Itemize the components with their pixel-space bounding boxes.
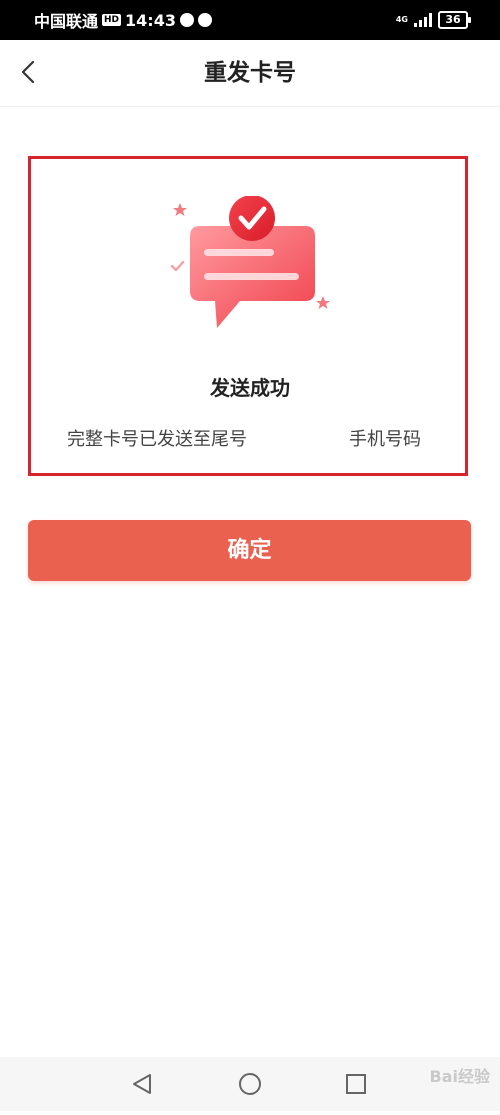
result-description-prefix: 完整卡号已发送至尾号 xyxy=(67,429,247,450)
system-recents-button[interactable] xyxy=(336,1057,376,1111)
triangle-back-icon xyxy=(133,1074,151,1094)
clock: 14:43 xyxy=(125,10,176,30)
system-nav-bar xyxy=(0,1057,500,1111)
square-recents-icon xyxy=(346,1074,366,1094)
carrier-label: 中国联通 xyxy=(34,12,99,31)
status-bar: 中国联通 HD 14:43 4G 36 xyxy=(0,0,500,40)
result-description-suffix: 手机号码 xyxy=(349,429,421,450)
system-back-button[interactable] xyxy=(122,1057,162,1111)
notification-icon xyxy=(179,13,194,27)
circle-home-icon xyxy=(239,1073,261,1095)
watermark-logo: Bai经验 xyxy=(429,1067,490,1086)
message-check-icon xyxy=(170,196,330,328)
page-title: 重发卡号 xyxy=(204,60,296,86)
result-title: 发送成功 xyxy=(210,376,290,400)
nav-bar: 重发卡号 xyxy=(0,40,500,107)
battery-icon: 36 xyxy=(438,11,471,29)
system-home-button[interactable] xyxy=(230,1057,270,1111)
app-notification-icon xyxy=(197,13,212,27)
status-left: 中国联通 HD 14:43 xyxy=(34,0,212,40)
signal-icon xyxy=(414,13,432,27)
network-label: 4G xyxy=(395,15,408,24)
star-icon xyxy=(316,296,330,309)
status-right: 4G 36 xyxy=(395,0,471,40)
hd-badge: HD xyxy=(102,14,122,26)
confirm-button[interactable]: 确定 xyxy=(28,520,471,581)
star-icon xyxy=(173,203,187,216)
small-check-icon xyxy=(170,260,185,272)
